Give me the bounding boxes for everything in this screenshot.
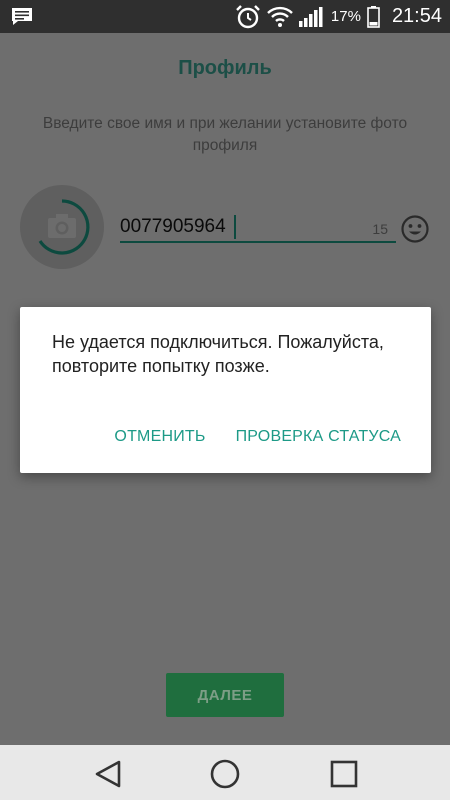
connection-error-dialog: Не удается подключиться. Пожалуйста, пов… xyxy=(20,307,431,473)
alarm-icon xyxy=(236,4,260,28)
message-icon xyxy=(12,8,32,25)
battery-percent: 17% xyxy=(330,8,361,25)
dialog-message: Не удается подключиться. Пожалуйста, пов… xyxy=(52,332,384,376)
profile-photo-button[interactable] xyxy=(20,185,104,269)
name-field[interactable]: 15 xyxy=(120,213,396,243)
home-icon[interactable] xyxy=(208,757,242,791)
text-caret xyxy=(234,215,236,239)
dialog-actions: ОТМЕНИТЬ ПРОВЕРКА СТАТУСА xyxy=(114,425,431,449)
status-bar: 17% 21:54 xyxy=(0,0,450,33)
cancel-button[interactable]: ОТМЕНИТЬ xyxy=(114,428,205,446)
page-title: Профиль xyxy=(178,57,272,79)
clock: 21:54 xyxy=(391,5,442,27)
emoji-icon[interactable] xyxy=(400,214,430,244)
navigation-bar xyxy=(0,745,450,800)
name-input[interactable] xyxy=(120,213,360,241)
char-counter: 15 xyxy=(372,221,388,237)
back-icon[interactable] xyxy=(91,757,125,791)
wifi-icon xyxy=(267,6,293,27)
recents-icon[interactable] xyxy=(327,757,361,791)
loading-spinner xyxy=(38,199,90,255)
battery-icon xyxy=(367,5,380,28)
next-button[interactable]: ДАЛЕЕ xyxy=(166,673,284,717)
page-subtitle: Введите свое имя и при желании установит… xyxy=(42,115,408,154)
check-status-button[interactable]: ПРОВЕРКА СТАТУСА xyxy=(236,428,401,446)
signal-icon xyxy=(298,6,323,27)
